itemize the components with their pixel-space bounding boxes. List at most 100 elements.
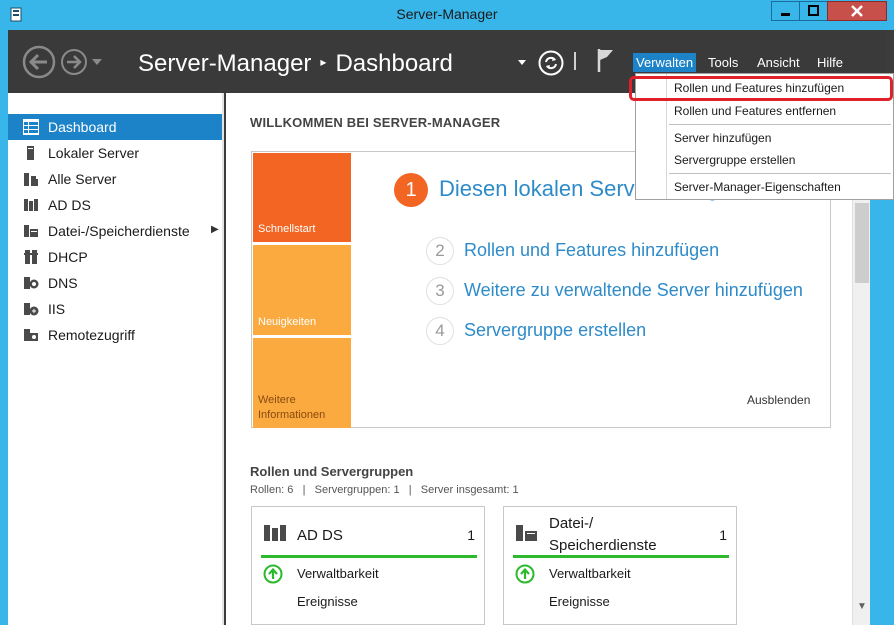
role-card-count: 1: [719, 527, 727, 543]
step-add-servers-link[interactable]: 3 Weitere zu verwaltende Server hinzufüge…: [426, 277, 803, 305]
submenu-arrow-icon[interactable]: ▶: [211, 224, 219, 235]
sidebar-item-dhcp[interactable]: DHCP: [8, 244, 222, 270]
menu-item-servergruppe-erstellen[interactable]: Servergruppe erstellen: [637, 149, 892, 171]
remote-access-icon: [24, 329, 38, 341]
dashboard-icon: [23, 119, 39, 135]
menu-item-label: Server hinzufügen: [674, 131, 772, 145]
tile-weitere-informationen[interactable]: Weitere Informationen: [253, 338, 351, 428]
role-card-manageability[interactable]: Verwaltbarkeit: [297, 566, 379, 581]
sidebar-item-dns[interactable]: DNS: [8, 270, 222, 296]
forward-arrow-icon[interactable]: [60, 48, 88, 76]
role-card-status-bar: [261, 555, 477, 558]
header-divider: [574, 52, 576, 70]
step-number: 2: [426, 237, 454, 265]
annotation-highlight-box: [629, 76, 893, 101]
role-card-title: AD DS: [297, 527, 343, 544]
adds-icon: [264, 525, 286, 541]
welcome-heading: WILLKOMMEN BEI SERVER-MANAGER: [250, 115, 501, 130]
back-arrow-icon[interactable]: [22, 45, 56, 79]
refresh-icon[interactable]: [538, 50, 564, 76]
sidebar-item-iis[interactable]: IIS: [8, 296, 222, 322]
menu-verwalten[interactable]: Verwalten: [633, 53, 697, 72]
history-dropdown-icon[interactable]: [92, 59, 102, 65]
role-card-title: Datei-/ Speicherdienste: [549, 515, 657, 554]
step-number: 3: [426, 277, 454, 305]
dns-icon: [24, 277, 39, 289]
adds-icon: [24, 199, 38, 211]
sidebar-item-remotezugriff[interactable]: Remotezugriff: [8, 322, 222, 348]
sidebar-item-label: DHCP: [48, 249, 88, 265]
hide-welcome-link[interactable]: Ausblenden: [747, 393, 810, 407]
minimize-button[interactable]: [771, 1, 800, 21]
minimize-icon: [781, 13, 790, 16]
tile-neuigkeiten[interactable]: Neuigkeiten: [253, 245, 351, 335]
sidebar-item-alle-server[interactable]: Alle Server: [8, 166, 222, 192]
tile-label: Schnellstart: [258, 223, 316, 235]
tile-label: Neuigkeiten: [258, 316, 317, 328]
role-card-datei-speicherdienste[interactable]: Datei-/ Speicherdienste 1 Verwaltbarkeit…: [503, 506, 737, 625]
close-icon: [851, 5, 863, 17]
role-card-events[interactable]: Ereignisse: [549, 594, 610, 609]
window-title: Server-Manager: [396, 6, 498, 22]
server-icon: [27, 146, 34, 160]
sidebar-item-lokaler-server[interactable]: Lokaler Server: [8, 140, 222, 166]
iis-icon: [24, 303, 39, 316]
sidebar-item-ad-ds[interactable]: AD DS: [8, 192, 222, 218]
roles-summary: Rollen: 6 | Servergruppen: 1 | Server in…: [250, 484, 519, 496]
window-frame-left: [0, 30, 8, 625]
sidebar-item-label: Datei-/Speicherdienste: [48, 223, 190, 239]
role-card-ad-ds[interactable]: AD DS 1 Verwaltbarkeit Ereignisse: [251, 506, 485, 625]
sidebar-nav: Dashboard Lokaler Server Alle Server AD …: [8, 93, 224, 625]
menu-hilfe[interactable]: Hilfe: [814, 53, 846, 72]
status-ok-icon: [515, 564, 535, 584]
sidebar-item-datei-speicherdienste[interactable]: Datei-/Speicherdienste ▶: [8, 218, 222, 244]
tile-label: Weitere Informationen: [258, 394, 326, 421]
servers-icon: [24, 173, 38, 186]
menu-item-eigenschaften[interactable]: Server-Manager-Eigenschaften: [637, 176, 892, 198]
breadcrumb: Server-Manager ▸ Dashboard: [138, 50, 453, 78]
step-label: Weitere zu verwaltende Server hinzufügen: [464, 280, 803, 300]
menu-separator: [669, 173, 891, 174]
dhcp-icon: [24, 250, 38, 264]
notifications-flag-icon[interactable]: [596, 47, 616, 73]
step-create-server-group-link[interactable]: 4 Servergruppe erstellen: [426, 317, 646, 345]
breadcrumb-page: Dashboard: [335, 50, 453, 77]
breadcrumb-dropdown-icon[interactable]: [518, 60, 526, 65]
storage-icon: [516, 525, 537, 541]
step-add-roles-link[interactable]: 2 Rollen und Features hinzufügen: [426, 237, 719, 265]
close-button[interactable]: [827, 1, 887, 21]
sidebar-item-label: DNS: [48, 275, 78, 291]
role-card-status-bar: [513, 555, 729, 558]
maximize-button[interactable]: [799, 1, 828, 21]
sidebar-item-dashboard[interactable]: Dashboard: [8, 114, 222, 140]
step-label: Rollen und Features hinzufügen: [464, 240, 720, 260]
tile-schnellstart[interactable]: Schnellstart: [253, 153, 351, 242]
storage-icon: [24, 225, 38, 237]
step-label: Servergruppe erstellen: [464, 320, 647, 340]
step-number-badge: 1: [394, 173, 428, 207]
menu-item-label: Servergruppe erstellen: [674, 153, 796, 167]
sidebar-item-label: Lokaler Server: [48, 145, 140, 161]
menu-item-label: Rollen und Features entfernen: [674, 104, 837, 118]
menu-item-server-hinzufuegen[interactable]: Server hinzufügen: [637, 127, 892, 149]
menu-separator: [669, 124, 891, 125]
breadcrumb-app[interactable]: Server-Manager: [138, 50, 311, 77]
menu-item-label: Server-Manager-Eigenschaften: [674, 180, 841, 194]
menu-tools[interactable]: Tools: [705, 53, 741, 72]
sidebar-item-label: IIS: [48, 301, 66, 317]
scroll-down-arrow-icon[interactable]: ▼: [857, 601, 867, 612]
server-manager-window: Server-Manager Server-Manager ▸ Dashboard: [0, 0, 894, 625]
step-number: 4: [426, 317, 454, 345]
role-card-count: 1: [467, 527, 475, 543]
scrollbar-thumb[interactable]: [855, 203, 869, 283]
sidebar-item-label: AD DS: [48, 197, 91, 213]
breadcrumb-separator-icon: ▸: [320, 55, 327, 69]
roles-section-heading: Rollen und Servergruppen: [250, 464, 414, 479]
status-ok-icon: [263, 564, 283, 584]
sidebar-item-label: Dashboard: [48, 119, 117, 135]
role-card-events[interactable]: Ereignisse: [297, 594, 358, 609]
role-card-manageability[interactable]: Verwaltbarkeit: [549, 566, 631, 581]
sidebar-item-label: Alle Server: [48, 171, 117, 187]
menu-ansicht[interactable]: Ansicht: [754, 53, 803, 72]
menu-item-rollen-entfernen[interactable]: Rollen und Features entfernen: [637, 100, 892, 122]
